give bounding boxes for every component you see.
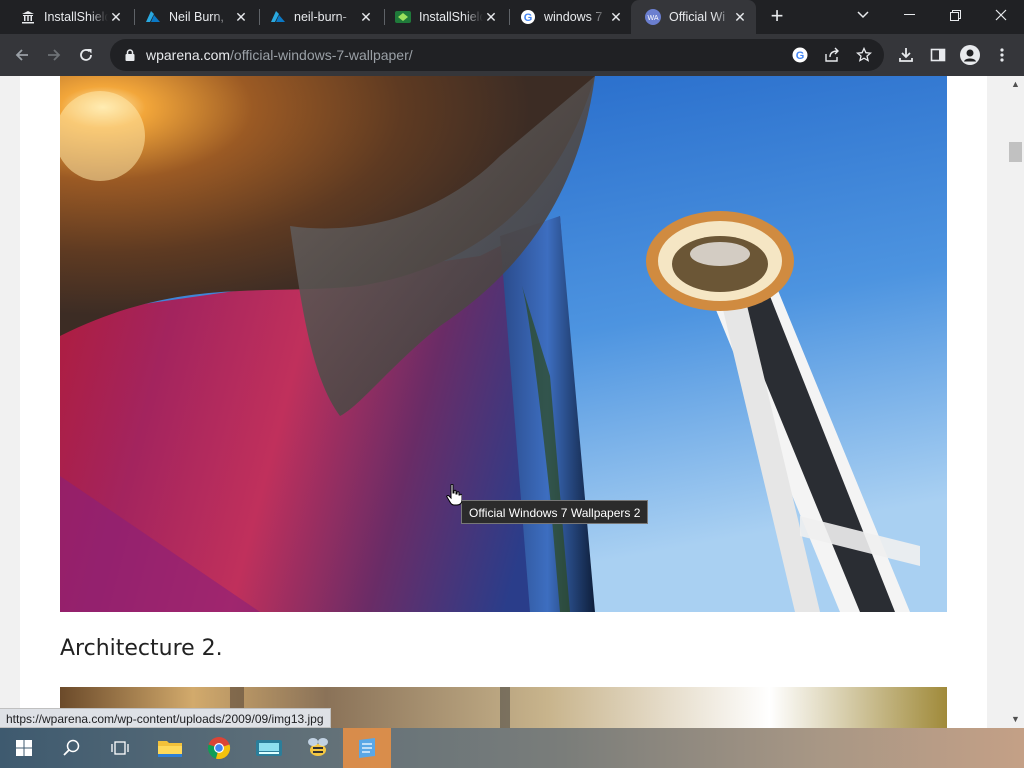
close-window-button[interactable] (978, 0, 1024, 30)
tab-strip: InstallShield ✕ Neil Burn, ✕ neil-burn- … (0, 0, 1024, 34)
search-icon[interactable] (48, 728, 96, 768)
close-tab-icon[interactable]: ✕ (608, 9, 624, 25)
profile-avatar-icon[interactable] (958, 43, 982, 67)
tab-title: neil-burn- (294, 10, 347, 24)
restore-button[interactable] (932, 0, 978, 30)
browser-toolbar: wparena.com/official-windows-7-wallpaper… (0, 34, 1024, 76)
keyboard-app-icon[interactable] (245, 728, 293, 768)
address-bar[interactable]: wparena.com/official-windows-7-wallpaper… (110, 39, 884, 71)
tab-title: InstallShield (44, 10, 108, 24)
tab-title: InstallShield (419, 10, 483, 24)
scroll-up-arrow-icon[interactable]: ▲ (1007, 76, 1024, 93)
tab-4[interactable]: InstallShield ✕ (381, 0, 507, 34)
svg-text:G: G (524, 12, 533, 24)
section-heading: Architecture 2. (60, 636, 223, 661)
url-text[interactable]: wparena.com/official-windows-7-wallpaper… (146, 47, 413, 63)
google-icon: G (520, 9, 536, 25)
google-lens-icon[interactable]: G (792, 47, 808, 68)
svg-text:G: G (796, 50, 805, 62)
tab-1[interactable]: InstallShield ✕ (6, 0, 132, 34)
more-menu-icon[interactable] (990, 43, 1014, 67)
azure-icon (145, 9, 161, 25)
bee-app-icon[interactable] (294, 728, 342, 768)
tab-title: windows 7 (544, 10, 603, 24)
hand-cursor-icon (446, 483, 463, 511)
task-view-icon[interactable] (96, 728, 144, 768)
tab-search-icon[interactable] (840, 0, 886, 30)
tab-2[interactable]: Neil Burn, ✕ (131, 0, 257, 34)
file-explorer-icon[interactable] (146, 728, 194, 768)
tab-5[interactable]: G windows 7 ✕ (506, 0, 632, 34)
url-host: wparena.com (146, 47, 231, 63)
back-button[interactable] (10, 43, 34, 67)
close-tab-icon[interactable]: ✕ (108, 9, 124, 25)
forward-button[interactable] (42, 43, 66, 67)
azure-icon (270, 9, 286, 25)
minimize-button[interactable] (886, 0, 932, 30)
close-tab-icon[interactable]: ✕ (233, 9, 249, 25)
lock-icon[interactable] (122, 47, 138, 63)
url-path: /official-windows-7-wallpaper/ (230, 47, 413, 63)
link-status-bar: https://wparena.com/wp-content/uploads/2… (0, 708, 331, 728)
svg-text:WA: WA (647, 15, 658, 22)
wallpaper-image-space-needle[interactable] (60, 76, 947, 612)
downloads-icon[interactable] (894, 43, 918, 67)
image-tooltip: Official Windows 7 Wallpapers 2 (461, 500, 649, 524)
bookmark-star-icon[interactable] (855, 46, 873, 68)
tab-title: Official Wi (669, 10, 726, 24)
close-tab-icon[interactable]: ✕ (483, 9, 499, 25)
page-viewport: Architecture 2. (0, 76, 1007, 728)
chrome-icon[interactable] (195, 728, 243, 768)
close-tab-icon[interactable]: ✕ (732, 9, 748, 25)
installshield-icon (395, 9, 411, 25)
tab-6-active[interactable]: WA Official Wi ✕ (631, 0, 756, 34)
share-icon[interactable] (824, 47, 840, 68)
pillar-icon (20, 9, 36, 25)
page-scrollbar[interactable]: ▲ ▼ (1007, 76, 1024, 728)
tab-3[interactable]: neil-burn- ✕ (256, 0, 382, 34)
windows-taskbar (0, 728, 1024, 768)
tab-title: Neil Burn, (169, 10, 224, 24)
new-tab-button[interactable]: + (765, 5, 789, 29)
reload-button[interactable] (74, 43, 98, 67)
close-tab-icon[interactable]: ✕ (358, 9, 374, 25)
article-page: Architecture 2. (20, 76, 987, 728)
side-panel-icon[interactable] (926, 43, 950, 67)
scroll-down-arrow-icon[interactable]: ▼ (1007, 711, 1024, 728)
wparena-icon: WA (645, 9, 661, 25)
notepad-app-icon[interactable] (343, 728, 391, 768)
scroll-thumb[interactable] (1009, 142, 1022, 162)
windows-start-icon[interactable] (0, 728, 48, 768)
